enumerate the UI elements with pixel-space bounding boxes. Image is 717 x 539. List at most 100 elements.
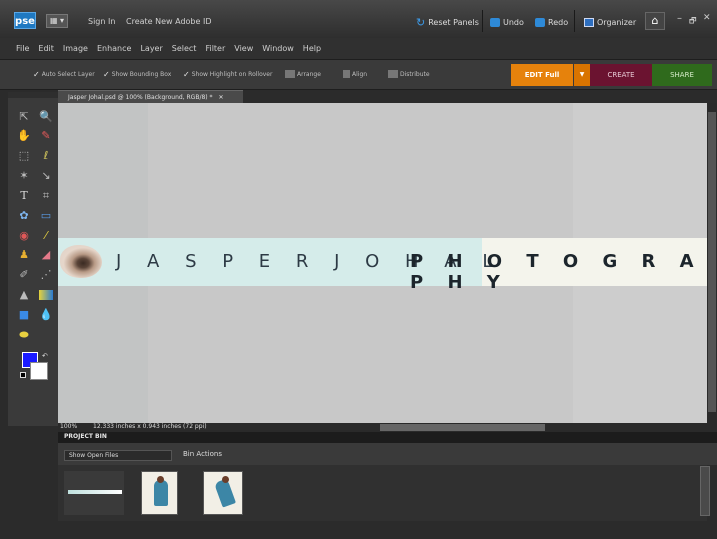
checkmark-icon: ✓	[183, 70, 190, 79]
sponge-tool-icon[interactable]: ⬬	[14, 326, 34, 343]
show-files-select[interactable]: Show Open Files	[64, 450, 172, 461]
menu-window[interactable]: Window	[262, 44, 294, 53]
sign-in-link[interactable]: Sign In	[88, 17, 115, 26]
eraser-icon[interactable]: ◢	[36, 246, 56, 263]
bin-actions-menu[interactable]: Bin Actions	[183, 450, 222, 458]
undo-label: Undo	[503, 17, 524, 27]
swap-colors-icon[interactable]: ↶	[42, 352, 48, 360]
document-tab[interactable]: Jasper Johal.psd @ 100% (Background, RGB…	[58, 90, 243, 103]
restore-button[interactable]: 🗗	[689, 15, 697, 29]
create-id-link[interactable]: Create New Adobe ID	[126, 17, 211, 26]
project-bin-title: PROJECT BIN	[64, 433, 107, 440]
menu-layer[interactable]: Layer	[140, 44, 162, 53]
share-tab[interactable]: SHARE	[652, 64, 712, 86]
create-tab[interactable]: CREATE	[590, 64, 652, 86]
show-bbox-label: Show Bounding Box	[111, 71, 172, 78]
align-button[interactable]: Align	[343, 70, 367, 78]
bin-thumbnail-dancer-1[interactable]	[141, 471, 178, 515]
banner-photography-text: P H O T O G R A P H Y	[410, 251, 703, 293]
eyedropper-icon[interactable]: ✎	[36, 127, 56, 144]
edit-full-tab[interactable]: EDIT Full	[511, 64, 573, 86]
show-bbox-checkbox[interactable]: ✓ Show Bounding Box	[103, 70, 171, 79]
zoom-tool-icon[interactable]: 🔍	[36, 108, 56, 125]
menu-help[interactable]: Help	[303, 44, 321, 53]
smart-brush-icon[interactable]: ⋰	[36, 266, 56, 283]
dancer-figure	[154, 480, 168, 506]
organizer-icon	[584, 17, 594, 27]
zoom-level[interactable]: 100%	[60, 423, 77, 430]
reset-icon: ↻	[416, 15, 426, 29]
chevron-down-icon[interactable]: ▼	[574, 64, 590, 86]
auto-select-label: Auto Select Layer	[41, 71, 95, 78]
lasso-tool-icon[interactable]: ℓ	[36, 147, 56, 164]
type-tool-icon[interactable]: T	[14, 187, 34, 204]
bin-scrollbar[interactable]	[700, 466, 710, 516]
menu-file[interactable]: File	[16, 44, 29, 53]
arrange-label: Arrange	[297, 70, 321, 78]
crop-tool-icon[interactable]: ⌗	[36, 187, 56, 204]
horizontal-scroll-thumb[interactable]	[380, 424, 545, 431]
distribute-button[interactable]: Distribute	[388, 70, 430, 78]
distribute-icon	[388, 70, 398, 78]
workspace-mode-button[interactable]: ▦ ▾	[46, 14, 68, 28]
undo-button[interactable]: Undo	[490, 14, 524, 30]
document-tab-title: Jasper Johal.psd @ 100% (Background, RGB…	[68, 94, 213, 101]
magic-wand-icon[interactable]: ✶	[14, 167, 34, 184]
bin-thumbnail-dancer-2[interactable]	[203, 471, 243, 515]
align-icon	[343, 70, 350, 78]
close-icon[interactable]: ✕	[218, 94, 223, 101]
menu-edit[interactable]: Edit	[38, 44, 54, 53]
paint-bucket-icon[interactable]: ▲	[14, 286, 34, 303]
dancer-head	[222, 476, 229, 483]
hand-tool-icon[interactable]: ✋	[14, 127, 34, 144]
blur-tool-icon[interactable]: 💧	[36, 306, 56, 323]
vertical-scroll-thumb[interactable]	[708, 112, 716, 412]
organizer-button[interactable]: Organizer	[584, 14, 636, 30]
toolbox-grip[interactable]	[8, 92, 60, 98]
undo-icon	[490, 17, 500, 27]
gradient-tool-icon[interactable]	[36, 286, 56, 303]
marquee-tool-icon[interactable]: ⬚	[14, 147, 34, 164]
show-highlight-label: Show Highlight on Rollover	[191, 71, 273, 78]
close-button[interactable]: ✕	[703, 13, 711, 23]
show-highlight-checkbox[interactable]: ✓ Show Highlight on Rollover	[183, 70, 272, 79]
checkmark-icon: ✓	[103, 70, 110, 79]
menu-bar: File Edit Image Enhance Layer Select Fil…	[0, 38, 717, 60]
auto-select-checkbox[interactable]: ✓ Auto Select Layer	[33, 70, 95, 79]
minimize-button[interactable]: –	[677, 13, 682, 24]
straighten-tool-icon[interactable]: ▭	[36, 207, 56, 224]
bin-thumbnail-banner[interactable]	[64, 471, 124, 515]
reset-panels-button[interactable]: ↻ Reset Panels	[416, 14, 479, 30]
organizer-label: Organizer	[597, 17, 637, 27]
menu-view[interactable]: View	[234, 44, 253, 53]
eye-photo	[60, 245, 102, 278]
shape-tool-icon[interactable]: ■	[14, 306, 34, 323]
red-eye-icon[interactable]: ◉	[14, 227, 34, 244]
default-colors-icon[interactable]	[20, 372, 26, 378]
menu-select[interactable]: Select	[172, 44, 197, 53]
quick-selection-icon[interactable]: ↘	[36, 167, 56, 184]
move-tool-icon[interactable]: ⇱	[14, 108, 34, 125]
menu-enhance[interactable]: Enhance	[97, 44, 132, 53]
divider	[574, 10, 575, 32]
cookie-cutter-icon[interactable]: ✿	[14, 207, 34, 224]
align-label: Align	[352, 70, 368, 78]
arrange-button[interactable]: Arrange	[285, 70, 321, 78]
checkmark-icon: ✓	[33, 70, 40, 79]
banner-thumb-image	[68, 490, 122, 494]
brush-tool-icon[interactable]: ✐	[14, 266, 34, 283]
document-info[interactable]: 12.333 inches x 0.943 inches (72 ppi)	[93, 423, 207, 430]
menu-image[interactable]: Image	[63, 44, 88, 53]
redo-label: Redo	[548, 17, 569, 27]
clone-stamp-icon[interactable]: ♟	[14, 246, 34, 263]
app-logo: pse	[14, 12, 36, 29]
distribute-label: Distribute	[400, 70, 430, 78]
menu-filter[interactable]: Filter	[205, 44, 225, 53]
background-color-swatch[interactable]	[30, 362, 48, 380]
bottom-bar	[0, 521, 717, 539]
home-icon[interactable]: ⌂	[645, 12, 665, 30]
healing-brush-icon[interactable]: ⁄	[36, 227, 56, 244]
redo-button[interactable]: Redo	[535, 14, 568, 30]
dancer-head	[157, 476, 164, 483]
arrange-icon	[285, 70, 295, 78]
